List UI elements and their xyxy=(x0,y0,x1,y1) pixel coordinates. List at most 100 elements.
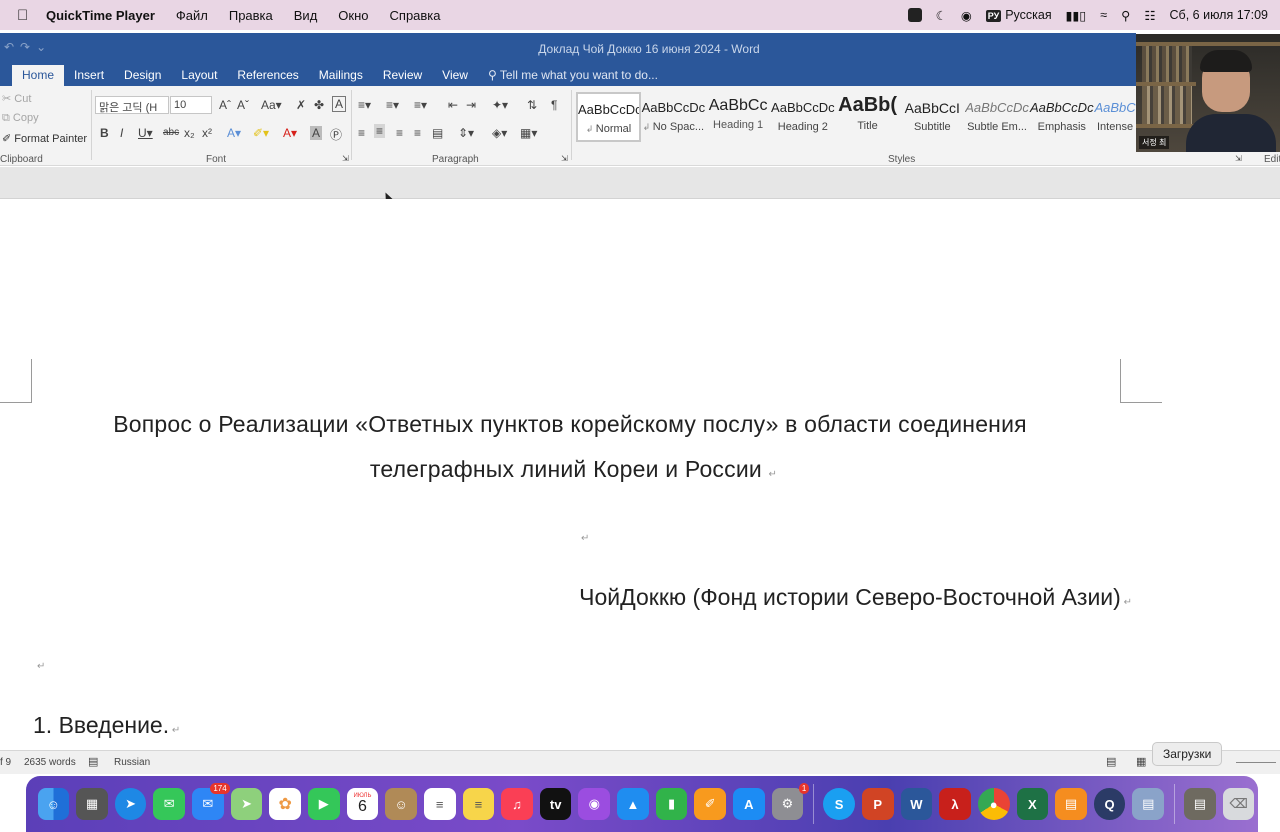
keynote-icon[interactable]: ▲ xyxy=(617,788,649,820)
font-size-select[interactable]: 10 xyxy=(170,96,212,114)
strikethrough-button[interactable]: abc xyxy=(163,127,179,138)
shading-icon[interactable]: A xyxy=(310,126,323,140)
zoom-slider[interactable] xyxy=(1236,762,1276,763)
style-title[interactable]: AaBb(Title xyxy=(835,92,900,142)
launchpad-icon[interactable]: ▦ xyxy=(76,788,108,820)
menu-window[interactable]: Окно xyxy=(338,8,368,23)
decrease-indent-icon[interactable]: ⇤ xyxy=(448,98,458,112)
sort-icon[interactable]: ⇅ xyxy=(527,98,537,112)
maps-icon[interactable]: ➤ xyxy=(230,788,263,820)
menu-help[interactable]: Справка xyxy=(390,8,441,23)
input-source-menu[interactable]: РУ Русская xyxy=(985,8,1052,22)
borders-icon[interactable]: ▦▾ xyxy=(520,126,537,140)
clear-formatting-icon[interactable]: ✗ xyxy=(296,98,306,112)
spotlight-search-icon[interactable]: ⚲ xyxy=(1121,8,1130,23)
copy-button[interactable]: ⧉ Copy xyxy=(2,112,39,125)
preview-icon[interactable]: ▤ xyxy=(1132,788,1165,820)
align-center-icon[interactable]: ≡ xyxy=(374,124,386,138)
focus-status-icon[interactable] xyxy=(907,8,922,22)
screen-record-icon[interactable]: ◉ xyxy=(961,8,972,23)
tab-references[interactable]: References xyxy=(227,68,308,86)
font-name-select[interactable]: 맑은 고딕 (H xyxy=(95,96,169,114)
italic-button[interactable]: I xyxy=(120,126,123,140)
tab-insert[interactable]: Insert xyxy=(64,68,114,86)
format-painter-button[interactable]: ✐ Format Painter xyxy=(2,132,87,145)
app-store-icon[interactable]: A xyxy=(733,788,765,820)
downloads-stack-icon[interactable]: ▤ xyxy=(1184,788,1216,820)
tab-design[interactable]: Design xyxy=(114,68,171,86)
read-mode-icon[interactable]: ▤ xyxy=(1106,755,1116,768)
multilevel-list-icon[interactable]: ≡▾ xyxy=(414,98,427,112)
moon-icon[interactable]: ☾ xyxy=(936,8,947,23)
paint-bucket-icon[interactable]: ◈▾ xyxy=(492,126,507,140)
wifi-icon[interactable]: ≈ xyxy=(1100,8,1107,22)
control-center-icon[interactable]: ☷ xyxy=(1144,8,1155,23)
asian-layout-icon[interactable]: ✦▾ xyxy=(492,98,508,112)
bold-button[interactable]: B xyxy=(100,126,109,140)
pages-icon[interactable]: ✐ xyxy=(694,788,727,820)
tab-home[interactable]: Home xyxy=(12,65,65,86)
shrink-font-icon[interactable]: Aˇ xyxy=(237,98,249,112)
language-status[interactable]: Russian xyxy=(114,757,150,768)
numbering-icon[interactable]: ≡▾ xyxy=(386,98,399,112)
word-icon[interactable]: W xyxy=(900,788,933,820)
change-case-icon[interactable]: Aa▾ xyxy=(261,98,282,112)
align-right-icon[interactable]: ≡ xyxy=(396,126,403,140)
tab-review[interactable]: Review xyxy=(373,68,432,86)
chrome-icon[interactable]: ● xyxy=(977,788,1010,820)
quicktime-icon[interactable]: Q xyxy=(1093,788,1126,820)
style-emphasis[interactable]: AaBbCcDc Emphasis xyxy=(1029,92,1094,142)
system-settings-icon[interactable]: ⚙ 1 xyxy=(771,783,810,820)
grow-font-icon[interactable]: Aˆ xyxy=(219,98,231,112)
page-count[interactable]: f 9 xyxy=(0,757,11,768)
music-icon[interactable]: ♫ xyxy=(501,788,533,820)
increase-indent-icon[interactable]: ⇥ xyxy=(466,98,476,112)
tell-me-search[interactable]: ⚲ Tell me what you want to do... xyxy=(488,68,658,86)
menu-edit[interactable]: Правка xyxy=(229,8,273,23)
distributed-icon[interactable]: ▤ xyxy=(432,126,443,140)
proofing-icon[interactable]: ▤ xyxy=(88,755,98,768)
cut-button[interactable]: ✂ Cut xyxy=(2,92,31,105)
tab-mailings[interactable]: Mailings xyxy=(309,68,373,86)
align-left-icon[interactable]: ≡ xyxy=(358,126,365,140)
style-no-spacing[interactable]: AaBbCcDc ↲ No Spac... xyxy=(641,92,706,142)
word-count[interactable]: 2635 words xyxy=(24,757,76,768)
style-heading-1[interactable]: AaBbCc Heading 1 xyxy=(706,92,771,142)
phonetic-guide-icon[interactable]: ✤ xyxy=(314,98,324,112)
paragraph-dialog-launcher-icon[interactable]: ⇲ xyxy=(561,154,568,163)
bullets-icon[interactable]: ≡▾ xyxy=(358,98,371,112)
line-spacing-icon[interactable]: ⇕▾ xyxy=(458,126,474,140)
enclose-characters-icon[interactable]: Ⓟ xyxy=(330,126,342,143)
style-subtitle[interactable]: AaBbCcI Subtitle xyxy=(900,92,965,142)
trash-icon[interactable]: ⌫ xyxy=(1222,788,1255,820)
style-normal[interactable]: AaBbCcDc ↲ Normal xyxy=(576,92,641,142)
skype-icon[interactable]: S xyxy=(823,788,855,820)
style-intense[interactable]: AaBbC Intense xyxy=(1094,92,1136,142)
menu-file[interactable]: Файл xyxy=(176,8,208,23)
justify-icon[interactable]: ≡ xyxy=(414,126,421,140)
font-color-icon[interactable]: A▾ xyxy=(283,126,297,140)
finder-icon[interactable]: ☺ xyxy=(37,788,70,820)
notes-icon[interactable]: ≡ xyxy=(462,788,495,820)
reminders-icon[interactable]: ≡ xyxy=(423,788,456,820)
podcasts-icon[interactable]: ◉ xyxy=(578,788,611,820)
photos-icon[interactable]: ✿ xyxy=(269,788,301,820)
style-heading-2[interactable]: AaBbCcDc Heading 2 xyxy=(770,92,835,142)
apple-menu-icon[interactable]:  xyxy=(17,7,33,24)
subscript-button[interactable]: x₂ xyxy=(184,126,195,140)
font-dialog-launcher-icon[interactable]: ⇲ xyxy=(342,154,349,163)
character-border-icon[interactable]: A xyxy=(332,96,347,112)
calendar-icon[interactable]: ИЮЛЬ 6 xyxy=(346,788,379,820)
menu-view[interactable]: Вид xyxy=(294,8,318,23)
document-page[interactable]: Вопрос о Реализации «Ответных пунктов ко… xyxy=(0,199,1280,739)
styles-pane-launcher-icon[interactable]: ⇲ xyxy=(1235,154,1242,163)
books-icon[interactable]: ▤ xyxy=(1055,788,1087,820)
text-effects-icon[interactable]: A▾ xyxy=(227,126,241,140)
powerpoint-icon[interactable]: P xyxy=(861,788,894,820)
mail-icon[interactable]: ✉ 174 xyxy=(192,783,230,820)
app-menu[interactable]: QuickTime Player xyxy=(46,8,155,23)
highlight-icon[interactable]: ✐▾ xyxy=(253,126,269,140)
show-formatting-marks-icon[interactable]: ¶ xyxy=(551,98,557,112)
facetime-icon[interactable]: ▶ xyxy=(307,788,340,820)
tab-view[interactable]: View xyxy=(432,68,478,86)
